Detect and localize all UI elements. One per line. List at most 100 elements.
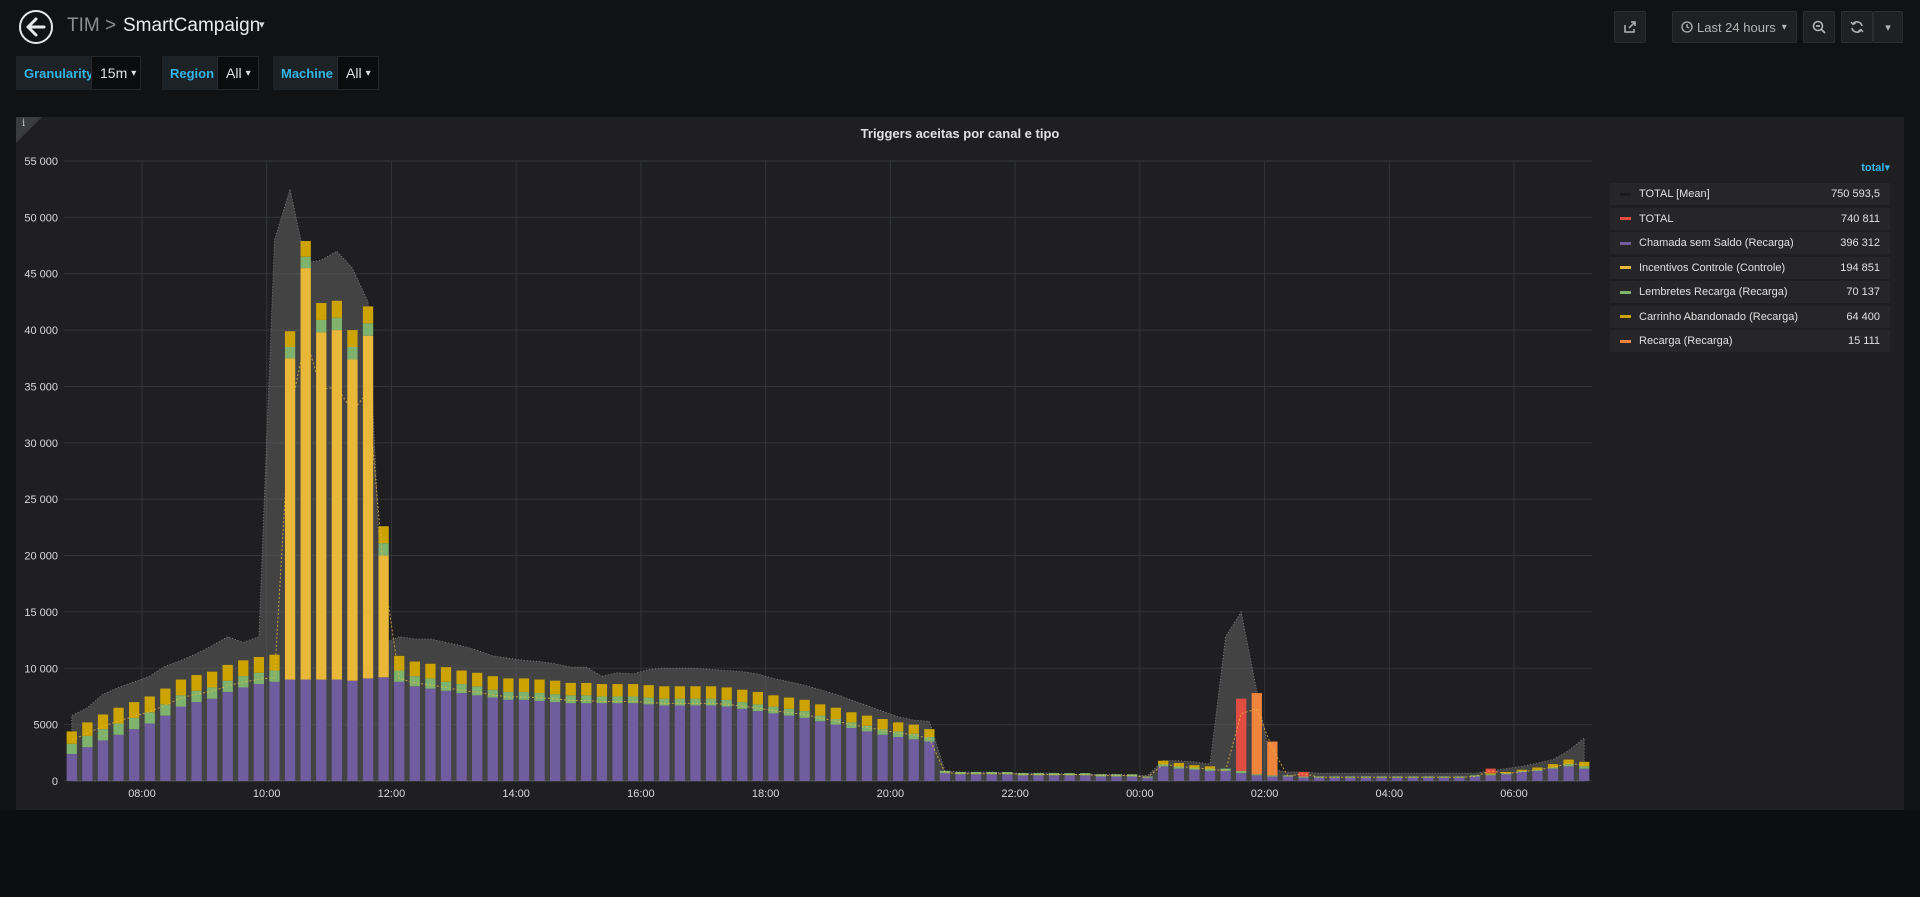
bar-segment[interactable] — [472, 695, 483, 781]
bar-segment[interactable] — [893, 737, 904, 781]
bar-segment[interactable] — [1142, 777, 1153, 781]
bar-segment[interactable] — [1454, 776, 1465, 778]
bar-segment[interactable] — [1236, 773, 1247, 781]
bar-segment[interactable] — [409, 661, 420, 677]
bar-segment[interactable] — [1204, 766, 1216, 769]
bar-segment[interactable] — [1516, 769, 1527, 771]
bar-segment[interactable] — [659, 698, 670, 706]
bar-segment[interactable] — [472, 672, 483, 687]
bar-segment[interactable] — [518, 699, 530, 781]
bar-segment[interactable] — [160, 704, 171, 716]
bar-segment[interactable] — [737, 708, 748, 781]
bar-segment[interactable] — [721, 706, 732, 781]
bar-segment[interactable] — [300, 268, 311, 680]
bar-segment[interactable] — [472, 686, 483, 696]
bar-segment[interactable] — [378, 543, 389, 556]
bar-segment[interactable] — [409, 686, 420, 781]
bar-segment[interactable] — [1204, 770, 1216, 781]
bar-segment[interactable] — [191, 690, 202, 703]
bar-segment[interactable] — [830, 724, 841, 781]
bar-segment[interactable] — [1158, 766, 1169, 781]
bar-segment[interactable] — [1391, 777, 1403, 781]
bar-segment[interactable] — [1579, 761, 1590, 767]
bar-segment[interactable] — [581, 703, 592, 781]
bar-segment[interactable] — [549, 680, 561, 695]
bar-segment[interactable] — [144, 712, 155, 724]
bar-segment[interactable] — [596, 703, 608, 781]
bar-segment[interactable] — [440, 681, 452, 691]
variable-select-granularity[interactable]: 15m ▾ — [91, 56, 141, 90]
chart-svg[interactable]: 0 5000 10 000 15 000 20 000 25 000 30 000 35 00… — [16, 117, 1610, 810]
bar-segment[interactable] — [721, 687, 732, 700]
bar-segment[interactable] — [503, 678, 514, 692]
bar-segment[interactable] — [1298, 776, 1309, 778]
bar-segment[interactable] — [1017, 775, 1029, 781]
bar-segment[interactable] — [284, 331, 296, 347]
bar-segment[interactable] — [440, 667, 452, 682]
bar-segment[interactable] — [1579, 766, 1590, 769]
bar-segment[interactable] — [191, 675, 202, 691]
bar-segment[interactable] — [518, 691, 530, 700]
bar-segment[interactable] — [955, 774, 966, 781]
bar-segment[interactable] — [300, 241, 311, 257]
bar-segment[interactable] — [565, 703, 576, 781]
bar-segment[interactable] — [362, 678, 374, 781]
legend-item[interactable]: Carrinho Abandonado (Recarga) 64 400 — [1610, 305, 1890, 328]
bar-segment[interactable] — [799, 699, 810, 712]
bar-segment[interactable] — [331, 317, 343, 331]
bar-segment[interactable] — [970, 774, 982, 781]
bar-segment[interactable] — [877, 734, 888, 781]
bar-segment[interactable] — [144, 696, 155, 713]
bar-segment[interactable] — [674, 705, 686, 781]
bar-segment[interactable] — [175, 679, 187, 696]
bar-segment[interactable] — [66, 743, 77, 754]
bar-segment[interactable] — [284, 358, 296, 680]
bar-segment[interactable] — [830, 707, 841, 719]
share-button[interactable] — [1614, 11, 1646, 43]
bar-segment[interactable] — [565, 695, 576, 704]
bar-segment[interactable] — [861, 731, 873, 781]
bar-segment[interactable] — [612, 696, 623, 704]
bar-segment[interactable] — [331, 300, 343, 318]
bar-segment[interactable] — [1563, 766, 1574, 781]
bar-segment[interactable] — [612, 703, 623, 781]
bar-segment[interactable] — [737, 689, 748, 703]
bar-segment[interactable] — [97, 740, 109, 781]
bar-segment[interactable] — [893, 722, 904, 732]
bar-segment[interactable] — [1048, 775, 1060, 781]
bar-segment[interactable] — [518, 678, 530, 692]
bar-segment[interactable] — [425, 688, 436, 781]
bar-segment[interactable] — [97, 729, 109, 741]
bar-segment[interactable] — [222, 691, 233, 781]
bar-segment[interactable] — [1579, 768, 1590, 781]
bar-segment[interactable] — [1080, 775, 1091, 781]
bar-segment[interactable] — [1064, 773, 1075, 776]
bar-segment[interactable] — [113, 723, 124, 735]
bar-segment[interactable] — [1547, 768, 1559, 781]
bar-segment[interactable] — [534, 679, 545, 694]
bar-segment[interactable] — [425, 678, 436, 689]
bar-segment[interactable] — [456, 684, 467, 694]
bar-segment[interactable] — [1267, 775, 1278, 777]
bar-segment[interactable] — [113, 734, 124, 781]
bar-segment[interactable] — [737, 702, 748, 709]
refresh-button[interactable] — [1841, 11, 1873, 43]
bar-segment[interactable] — [1267, 741, 1278, 776]
bar-segment[interactable] — [378, 555, 389, 678]
bar-segment[interactable] — [643, 704, 654, 781]
bar-segment[interactable] — [659, 705, 670, 781]
bar-segment[interactable] — [1532, 770, 1543, 781]
bar-segment[interactable] — [362, 306, 374, 324]
bar-segment[interactable] — [129, 717, 140, 730]
bar-segment[interactable] — [1267, 776, 1278, 781]
bar-segment[interactable] — [347, 359, 358, 681]
bar-segment[interactable] — [253, 684, 265, 781]
bar-segment[interactable] — [487, 676, 498, 690]
bar-segment[interactable] — [752, 711, 763, 781]
bar-segment[interactable] — [175, 706, 187, 781]
bar-segment[interactable] — [1189, 769, 1200, 781]
bar-segment[interactable] — [1501, 771, 1512, 774]
bar-segment[interactable] — [924, 741, 935, 781]
bar-segment[interactable] — [440, 690, 452, 781]
bar-segment[interactable] — [1236, 770, 1247, 774]
